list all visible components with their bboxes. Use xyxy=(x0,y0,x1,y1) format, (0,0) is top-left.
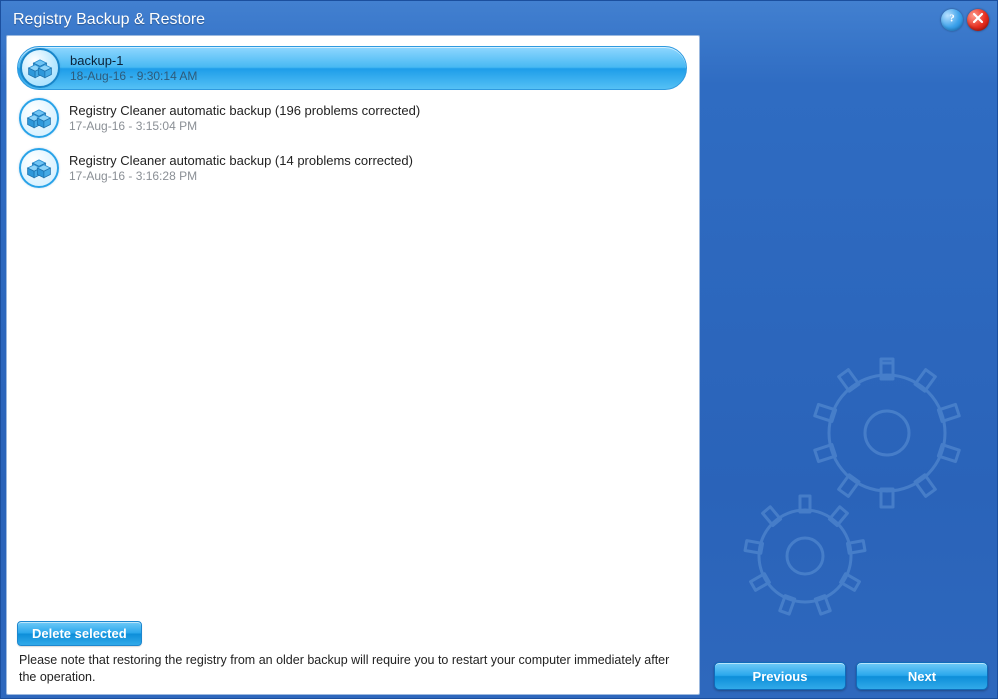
title-controls: ? xyxy=(941,9,989,31)
backup-list: backup-118-Aug-16 - 9:30:14 AM Registry … xyxy=(15,44,691,619)
backup-item[interactable]: Registry Cleaner automatic backup (196 p… xyxy=(17,96,687,140)
boxes-icon xyxy=(20,48,60,88)
window-title: Registry Backup & Restore xyxy=(13,11,205,29)
backup-item-texts: backup-118-Aug-16 - 9:30:14 AM xyxy=(70,53,197,83)
next-button[interactable]: Next xyxy=(856,662,988,690)
restore-note: Please note that restoring the registry … xyxy=(15,652,691,688)
boxes-icon xyxy=(19,98,59,138)
titlebar: Registry Backup & Restore ? xyxy=(1,1,997,33)
help-icon: ? xyxy=(945,11,959,30)
app-window: Registry Backup & Restore ? backup-118-A… xyxy=(0,0,998,699)
backup-item[interactable]: backup-118-Aug-16 - 9:30:14 AM xyxy=(17,46,687,90)
gear-decoration xyxy=(717,338,987,638)
nav-buttons: Previous Next xyxy=(714,662,988,690)
backup-item-texts: Registry Cleaner automatic backup (196 p… xyxy=(69,103,420,133)
previous-button[interactable]: Previous xyxy=(714,662,846,690)
backup-item-title: Registry Cleaner automatic backup (196 p… xyxy=(69,103,420,119)
backup-item-timestamp: 17-Aug-16 - 3:15:04 PM xyxy=(69,119,420,133)
content-panel: backup-118-Aug-16 - 9:30:14 AM Registry … xyxy=(6,35,700,695)
close-button[interactable] xyxy=(967,9,989,31)
help-button[interactable]: ? xyxy=(941,9,963,31)
close-icon xyxy=(972,11,984,29)
backup-item-title: Registry Cleaner automatic backup (14 pr… xyxy=(69,153,413,169)
backup-item-texts: Registry Cleaner automatic backup (14 pr… xyxy=(69,153,413,183)
svg-text:?: ? xyxy=(949,12,955,24)
panel-footer: Delete selected Please note that restori… xyxy=(15,619,691,688)
backup-item-timestamp: 18-Aug-16 - 9:30:14 AM xyxy=(70,69,197,83)
backup-item-title: backup-1 xyxy=(70,53,197,69)
backup-item[interactable]: Registry Cleaner automatic backup (14 pr… xyxy=(17,146,687,190)
delete-selected-button[interactable]: Delete selected xyxy=(17,621,142,646)
boxes-icon xyxy=(19,148,59,188)
backup-item-timestamp: 17-Aug-16 - 3:16:28 PM xyxy=(69,169,413,183)
